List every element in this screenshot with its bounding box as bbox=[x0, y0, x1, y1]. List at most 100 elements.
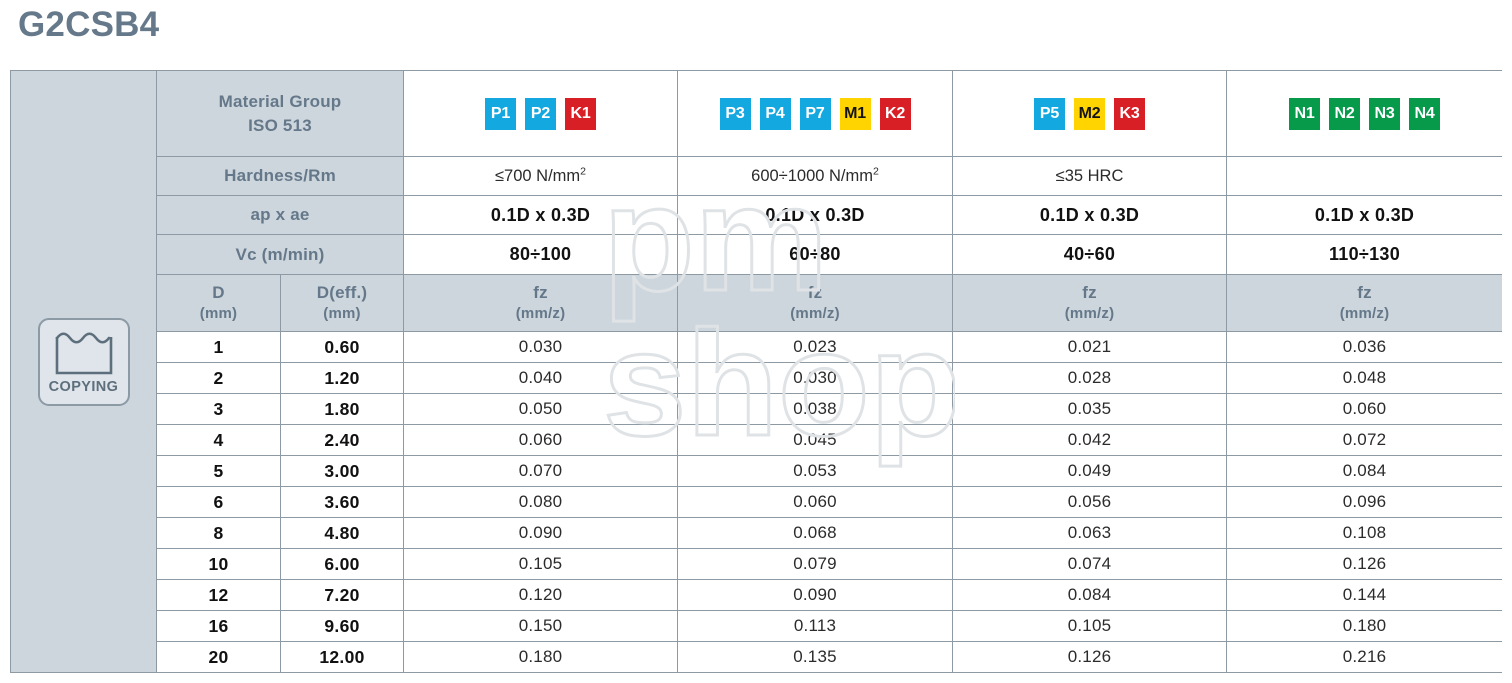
cell-fz-group-2: 0.068 bbox=[677, 517, 954, 549]
material-group-badges-3: P5 M2 K3 bbox=[952, 70, 1228, 157]
vc-value-1: 80÷100 bbox=[403, 234, 679, 275]
material-badge-n3: N3 bbox=[1369, 97, 1401, 130]
cell-diameter: 3 bbox=[156, 393, 281, 425]
col-header-deff: D(eff.) (mm) bbox=[279, 274, 405, 332]
col-header-fz-line1: fz bbox=[533, 283, 548, 302]
hardness-unit-exponent: 2 bbox=[580, 165, 587, 177]
cutting-data-table: COPYING Material Group ISO 513 P1 P2 K1 P3 P… bbox=[10, 70, 1502, 673]
hardness-label: Hardness/Rm bbox=[155, 156, 405, 196]
cell-fz-group-1: 0.050 bbox=[403, 393, 679, 425]
sidebar-cell: COPYING bbox=[10, 70, 157, 673]
cell-fz-group-3: 0.049 bbox=[952, 455, 1228, 487]
table-row: 6 3.60 0.080 0.060 0.056 0.096 bbox=[11, 486, 1502, 518]
material-badge-m2: M2 bbox=[1074, 97, 1106, 130]
col-header-d-line1: D bbox=[212, 283, 225, 302]
col-header-fz-2: fz (mm/z) bbox=[677, 274, 954, 332]
vc-label: Vc (m/min) bbox=[155, 234, 405, 275]
ap-ae-value-4: 0.1D x 0.3D bbox=[1226, 195, 1502, 235]
col-header-fz-4: fz (mm/z) bbox=[1226, 274, 1502, 332]
col-header-fz-line1: fz bbox=[1082, 283, 1097, 302]
cell-diameter-effective: 9.60 bbox=[279, 610, 405, 642]
ap-ae-value-3: 0.1D x 0.3D bbox=[952, 195, 1228, 235]
table-row: 1 0.60 0.030 0.023 0.021 0.036 bbox=[11, 331, 1502, 363]
hardness-unit-exponent: 2 bbox=[873, 165, 879, 177]
vc-row: Vc (m/min) 80÷100 60÷80 40÷60 110÷130 bbox=[11, 234, 1502, 275]
material-badge-p5: P5 bbox=[1034, 97, 1066, 130]
material-group-badges-1: P1 P2 K1 bbox=[403, 70, 679, 157]
hardness-value-2: 600÷1000 N/mm2 bbox=[677, 156, 954, 196]
material-group-badges-2: P3 P4 P7 M1 K2 bbox=[677, 70, 954, 157]
material-group-row: COPYING Material Group ISO 513 P1 P2 K1 P3 P… bbox=[10, 70, 1502, 673]
cell-fz-group-1: 0.080 bbox=[403, 486, 679, 518]
cell-diameter: 6 bbox=[156, 486, 281, 518]
cell-fz-group-1: 0.180 bbox=[403, 641, 679, 673]
cell-diameter-effective: 2.40 bbox=[279, 424, 405, 456]
cell-fz-group-1: 0.090 bbox=[403, 517, 679, 549]
table-row: 3 1.80 0.050 0.038 0.035 0.060 bbox=[11, 393, 1502, 425]
cell-fz-group-3: 0.042 bbox=[952, 424, 1228, 456]
cell-diameter-effective: 1.20 bbox=[279, 362, 405, 394]
ap-ae-row: ap x ae 0.1D x 0.3D 0.1D x 0.3D 0.1D x 0.3… bbox=[11, 195, 1502, 235]
cell-diameter: 1 bbox=[156, 331, 281, 363]
material-badge-k2: K2 bbox=[879, 97, 911, 130]
ap-ae-value-1: 0.1D x 0.3D bbox=[403, 195, 679, 235]
cell-fz-group-4: 0.108 bbox=[1226, 517, 1502, 549]
cell-fz-group-3: 0.074 bbox=[952, 548, 1228, 580]
material-badge-p2: P2 bbox=[525, 97, 557, 130]
hardness-value-1: ≤700 N/mm2 bbox=[403, 156, 679, 196]
material-badge-m1: M1 bbox=[839, 97, 871, 130]
cell-diameter: 5 bbox=[156, 455, 281, 487]
cell-fz-group-2: 0.045 bbox=[677, 424, 954, 456]
col-header-fz-line2: (mm/z) bbox=[790, 305, 840, 322]
cell-fz-group-3: 0.063 bbox=[952, 517, 1228, 549]
material-badge-k1: K1 bbox=[565, 97, 597, 130]
cell-diameter: 8 bbox=[156, 517, 281, 549]
cell-diameter-effective: 1.80 bbox=[279, 393, 405, 425]
cell-fz-group-4: 0.216 bbox=[1226, 641, 1502, 673]
page-root: G2CSB4 pm shop COPYING Material Group IS… bbox=[0, 0, 1512, 683]
material-badge-p3: P3 bbox=[719, 97, 751, 130]
badge-row: N1 N2 N3 N4 bbox=[1227, 97, 1502, 130]
col-header-fz-line2: (mm/z) bbox=[515, 305, 566, 322]
cell-fz-group-1: 0.060 bbox=[403, 424, 679, 456]
cell-fz-group-2: 0.113 bbox=[677, 610, 954, 642]
cell-fz-group-3: 0.035 bbox=[952, 393, 1228, 425]
col-header-deff-line2: (mm) bbox=[323, 305, 361, 322]
badge-row: P1 P2 K1 bbox=[404, 97, 677, 130]
hardness-row: Hardness/Rm ≤700 N/mm2 600÷1000 N/mm2 ≤35 … bbox=[11, 156, 1502, 196]
material-badge-n1: N1 bbox=[1289, 97, 1321, 130]
badge-row: P5 M2 K3 bbox=[953, 97, 1226, 130]
data-table-wrapper: COPYING Material Group ISO 513 P1 P2 K1 P3 P… bbox=[10, 70, 1502, 683]
cell-fz-group-4: 0.144 bbox=[1226, 579, 1502, 611]
table-row: 8 4.80 0.090 0.068 0.063 0.108 bbox=[11, 517, 1502, 549]
cell-fz-group-2: 0.053 bbox=[677, 455, 954, 487]
cell-fz-group-3: 0.021 bbox=[952, 331, 1228, 363]
ap-ae-value-2: 0.1D x 0.3D bbox=[677, 195, 954, 235]
cell-diameter-effective: 7.20 bbox=[279, 579, 405, 611]
vc-value-2: 60÷80 bbox=[677, 234, 954, 275]
hardness-value-4 bbox=[1226, 156, 1502, 196]
col-header-d: D (mm) bbox=[156, 274, 281, 332]
cell-fz-group-1: 0.070 bbox=[403, 455, 679, 487]
cell-fz-group-2: 0.023 bbox=[677, 331, 954, 363]
col-header-fz-line1: fz bbox=[807, 283, 823, 302]
material-badge-k3: K3 bbox=[1114, 97, 1146, 130]
material-group-label-line1: Material Group bbox=[218, 91, 342, 111]
cell-fz-group-4: 0.180 bbox=[1226, 610, 1502, 642]
cell-fz-group-2: 0.030 bbox=[677, 362, 954, 394]
cell-fz-group-3: 0.056 bbox=[952, 486, 1228, 518]
col-header-d-line2: (mm) bbox=[199, 305, 238, 322]
cell-fz-group-1: 0.040 bbox=[403, 362, 679, 394]
table-row: 10 6.00 0.105 0.079 0.074 0.126 bbox=[11, 548, 1502, 580]
material-group-label: Material Group ISO 513 bbox=[155, 70, 405, 157]
cell-fz-group-2: 0.060 bbox=[677, 486, 954, 518]
page-title: G2CSB4 bbox=[18, 5, 160, 44]
material-badge-p7: P7 bbox=[799, 97, 831, 130]
material-badge-n4: N4 bbox=[1409, 97, 1441, 130]
cell-fz-group-4: 0.084 bbox=[1226, 455, 1502, 487]
cell-fz-group-2: 0.090 bbox=[677, 579, 954, 611]
col-header-fz-line2: (mm/z) bbox=[1339, 305, 1390, 322]
copying-icon-box: COPYING bbox=[37, 318, 130, 406]
cell-fz-group-1: 0.105 bbox=[403, 548, 679, 580]
col-header-deff-line1: D(eff.) bbox=[316, 283, 368, 302]
